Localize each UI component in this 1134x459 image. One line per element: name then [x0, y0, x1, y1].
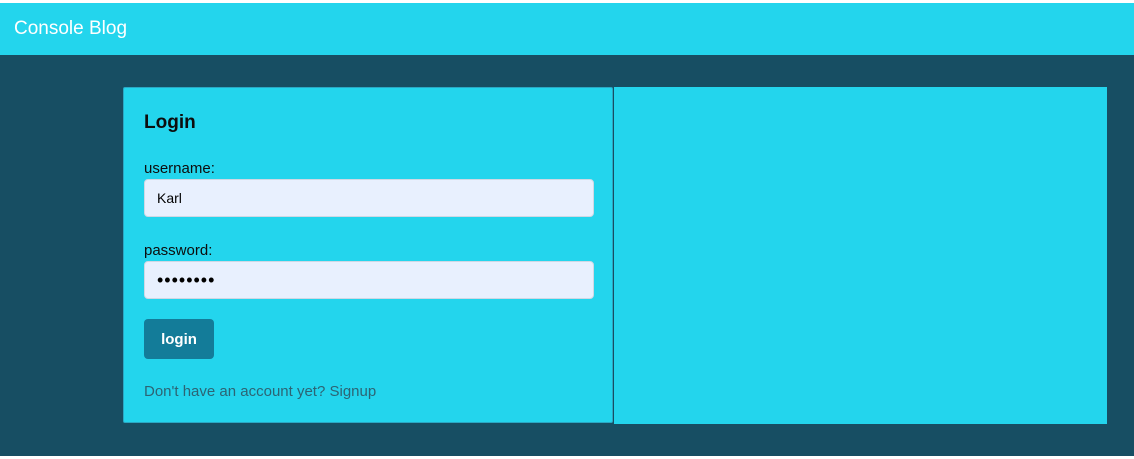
- right-panel: [614, 87, 1107, 424]
- brand-title[interactable]: Console Blog: [14, 18, 127, 40]
- signup-prompt-line: Don't have an account yet? Signup: [144, 383, 376, 400]
- username-label: username:: [144, 160, 215, 177]
- login-panel: Login username: password: login Don't ha…: [123, 87, 613, 423]
- top-navbar: Console Blog: [0, 3, 1134, 55]
- signup-prompt-text: Don't have an account yet?: [144, 383, 326, 400]
- login-button[interactable]: login: [144, 319, 214, 359]
- main-area: Login username: password: login Don't ha…: [0, 55, 1134, 456]
- password-label: password:: [144, 242, 213, 259]
- login-title: Login: [144, 112, 196, 133]
- username-input[interactable]: [144, 179, 594, 217]
- signup-link[interactable]: Signup: [330, 383, 377, 400]
- password-input[interactable]: [144, 261, 594, 299]
